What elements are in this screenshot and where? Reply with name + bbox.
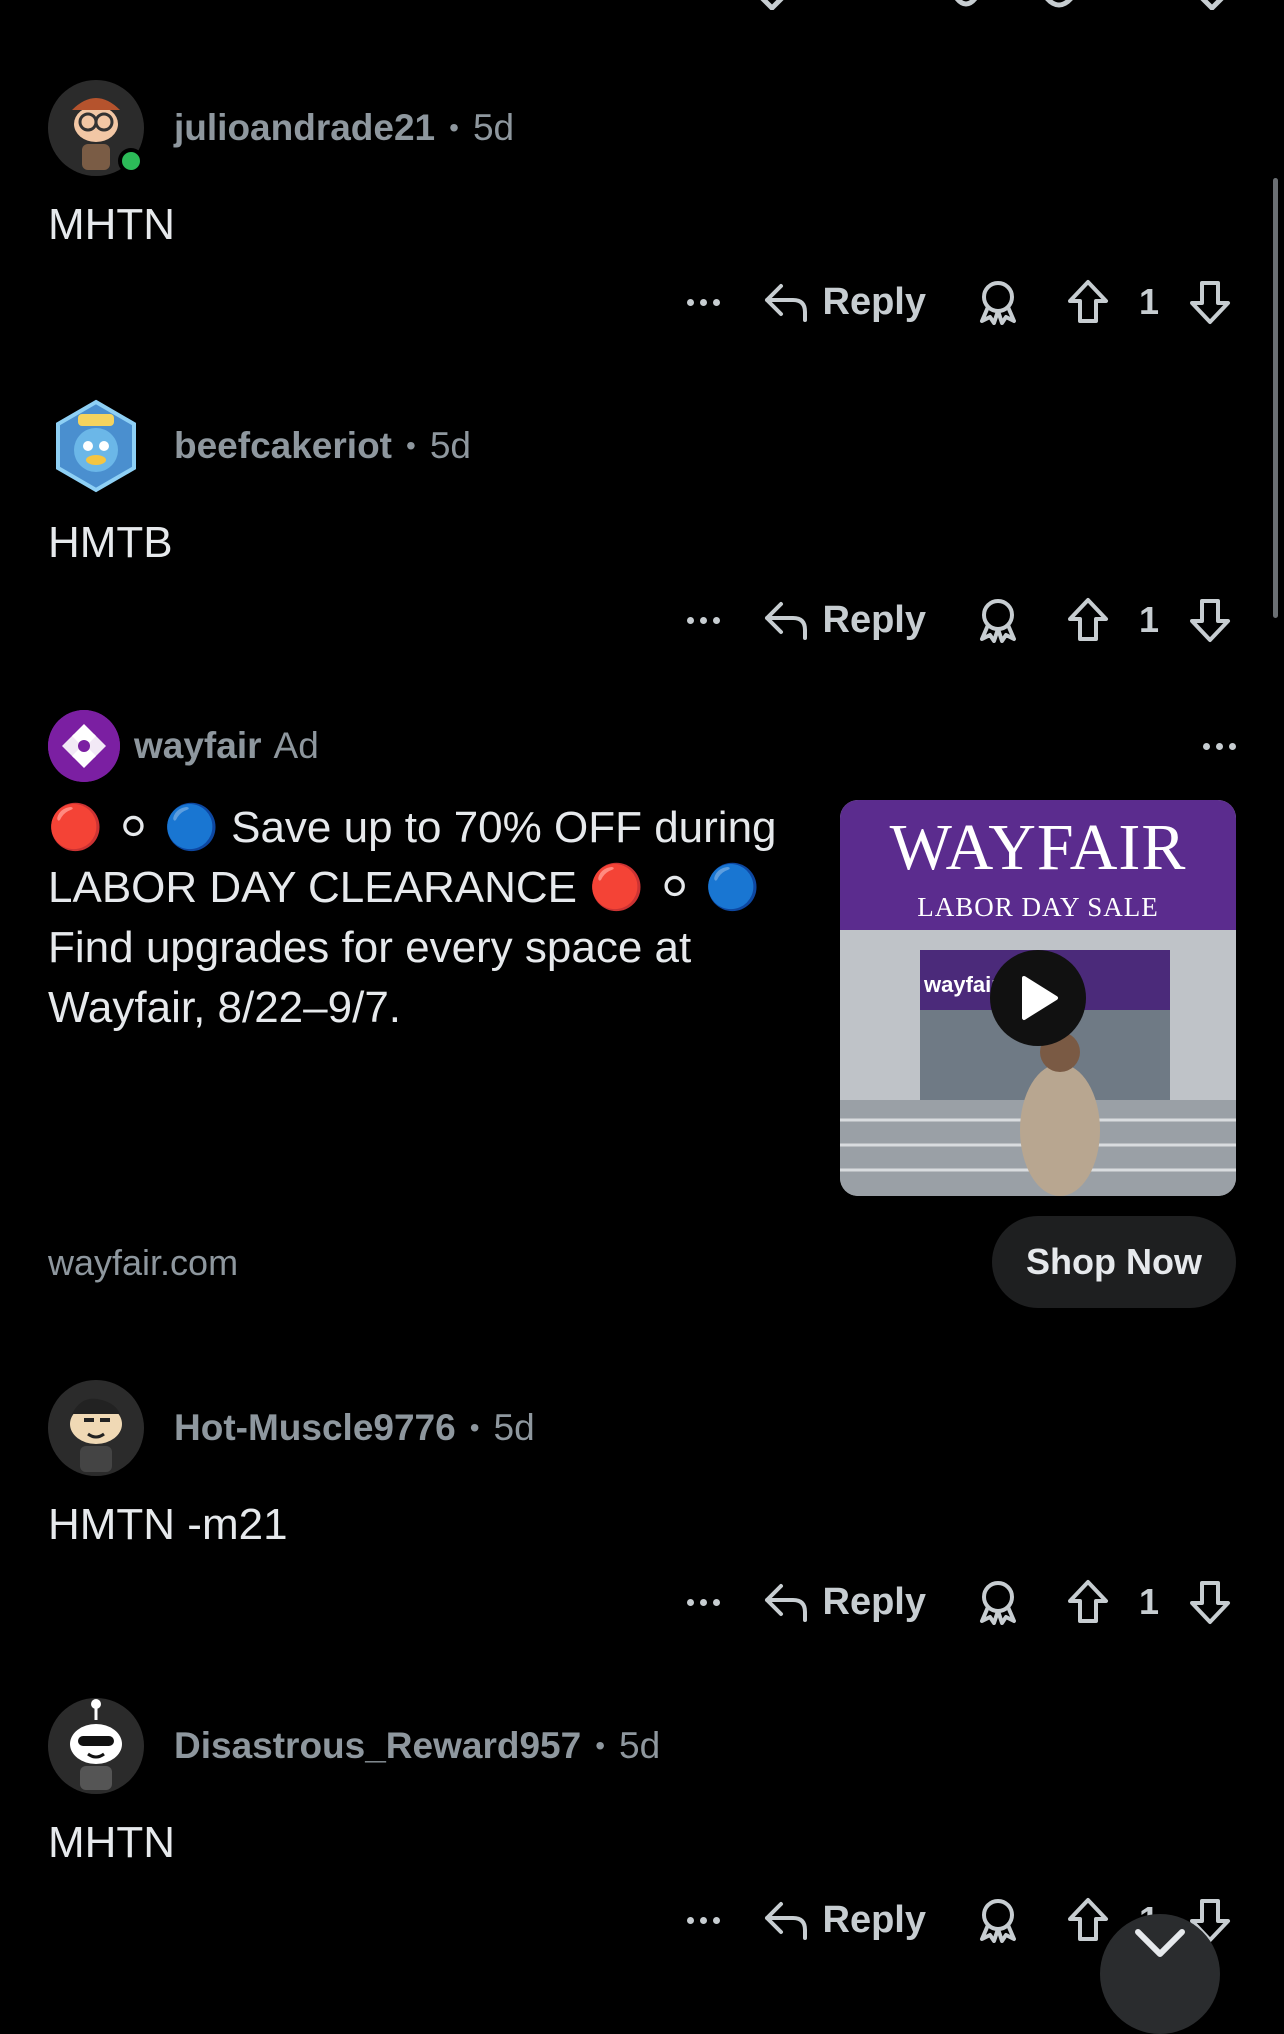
comment-age: 5d — [472, 107, 515, 148]
play-icon — [1022, 976, 1058, 1020]
award-button[interactable] — [972, 590, 1024, 650]
reply-arrow-icon — [764, 284, 807, 322]
comment-body: MHTN — [48, 1818, 176, 1867]
comment-age: 5d — [429, 425, 471, 466]
play-button[interactable] — [990, 950, 1086, 1046]
previous-actions-icons — [760, 0, 1224, 12]
comment-body: MHTN — [48, 200, 176, 249]
snoo-avatar-icon — [56, 399, 136, 493]
award-icon — [980, 599, 1016, 643]
separator: • — [595, 1730, 606, 1761]
reply-label: Reply — [822, 1898, 926, 1941]
award-icon — [980, 281, 1016, 325]
downvote-button[interactable] — [1184, 1572, 1236, 1632]
promoted-ad[interactable]: wayfair Ad 🔴 ⚪ 🔵 Save up to 70% OFF duri… — [0, 710, 1284, 1310]
award-button[interactable] — [972, 1890, 1024, 1950]
upvote-button[interactable] — [1062, 272, 1114, 332]
more-options-button[interactable] — [677, 1572, 731, 1632]
online-indicator — [118, 148, 144, 174]
comment-actions: Reply 1 — [677, 1572, 1236, 1632]
storefront-sign: wayfair — [924, 972, 1000, 997]
comment-actions: Reply 1 — [677, 590, 1236, 650]
reply-button[interactable]: Reply — [763, 1580, 926, 1624]
award-button[interactable] — [972, 272, 1024, 332]
username[interactable]: Hot-Muscle9776 — [174, 1407, 456, 1449]
reply-label: Reply — [822, 280, 926, 323]
ad-text[interactable]: 🔴 ⚪ 🔵 Save up to 70% OFF during LABOR DA… — [48, 798, 788, 1038]
reply-arrow-icon — [764, 1584, 807, 1622]
avatar[interactable] — [48, 1380, 144, 1476]
reply-button[interactable]: Reply — [763, 1898, 926, 1942]
ad-more-options-button[interactable] — [1176, 710, 1236, 782]
reply-button[interactable]: Reply — [763, 598, 926, 642]
reply-label: Reply — [822, 1580, 926, 1623]
comment-body: HMTN -m21 — [48, 1500, 288, 1549]
snoo-avatar-icon — [48, 1698, 144, 1794]
reply-arrow-icon — [764, 1902, 807, 1940]
vote-count: 1 — [1138, 1581, 1160, 1622]
avatar[interactable] — [48, 80, 144, 176]
vote-count: 1 — [1138, 599, 1160, 640]
award-icon — [980, 1581, 1016, 1625]
downvote-arrow-icon — [1190, 281, 1230, 324]
previous-comment-actions — [0, 0, 1284, 12]
thumbnail-subtitle: LABOR DAY SALE — [917, 892, 1159, 922]
comment-body: HMTB — [48, 518, 173, 567]
more-horizontal-icon — [1203, 742, 1236, 750]
username[interactable]: beefcakeriot — [174, 425, 392, 467]
more-horizontal-icon — [687, 298, 721, 306]
more-horizontal-icon — [687, 1598, 721, 1606]
separator: • — [449, 112, 459, 143]
reply-button[interactable]: Reply — [763, 280, 926, 324]
upvote-arrow-icon — [1068, 1580, 1108, 1623]
more-options-button[interactable] — [677, 1890, 731, 1950]
downvote-button[interactable] — [1184, 272, 1236, 332]
comment: Disastrous_Reward957 • 5d MHTN Reply 1 — [0, 1698, 1284, 1976]
separator: • — [406, 430, 416, 461]
thumbnail-title: WAYFAIR — [889, 811, 1187, 884]
downvote-button[interactable] — [1184, 590, 1236, 650]
ad-video-thumbnail[interactable]: WAYFAIR LABOR DAY SALE wayfair — [840, 800, 1236, 1196]
username[interactable]: julioandrade21 — [174, 107, 435, 149]
downvote-arrow-icon — [1190, 1581, 1230, 1624]
award-icon — [980, 1899, 1016, 1943]
comment-age: 5d — [493, 1407, 535, 1448]
upvote-arrow-icon — [1068, 598, 1108, 641]
comment-age: 5d — [619, 1725, 661, 1766]
more-horizontal-icon — [687, 616, 721, 624]
advertiser-name[interactable]: wayfair — [134, 725, 262, 767]
avatar[interactable] — [48, 398, 144, 494]
comment: Hot-Muscle9776 • 5d HMTN -m21 Reply 1 — [0, 1380, 1284, 1640]
comment: julioandrade21 • 5d MHTN Reply 1 — [0, 80, 1284, 340]
vote-count: 1 — [1138, 281, 1160, 322]
more-options-button[interactable] — [677, 590, 731, 650]
username[interactable]: Disastrous_Reward957 — [174, 1725, 581, 1767]
chevron-down-icon — [1135, 1929, 1185, 1957]
shop-now-button[interactable]: Shop Now — [992, 1216, 1236, 1308]
jump-to-next-button[interactable] — [1100, 1914, 1220, 2034]
reply-label: Reply — [822, 598, 926, 641]
reply-arrow-icon — [764, 602, 807, 640]
upvote-button[interactable] — [1062, 1572, 1114, 1632]
wayfair-logo[interactable] — [48, 710, 120, 782]
more-horizontal-icon — [687, 1916, 721, 1924]
wayfair-logo-icon — [48, 710, 120, 782]
ad-label: Ad — [273, 725, 319, 766]
upvote-button[interactable] — [1062, 590, 1114, 650]
separator: • — [469, 1412, 480, 1443]
comment: beefcakeriot • 5d HMTB Reply 1 — [0, 398, 1284, 658]
snoo-avatar-icon — [48, 1380, 144, 1476]
downvote-arrow-icon — [1190, 599, 1230, 642]
more-options-button[interactable] — [677, 272, 731, 332]
award-button[interactable] — [972, 1572, 1024, 1632]
comment-actions: Reply 1 — [677, 272, 1236, 332]
ad-domain[interactable]: wayfair.com — [48, 1242, 238, 1284]
avatar[interactable] — [48, 1698, 144, 1794]
upvote-arrow-icon — [1068, 280, 1108, 323]
